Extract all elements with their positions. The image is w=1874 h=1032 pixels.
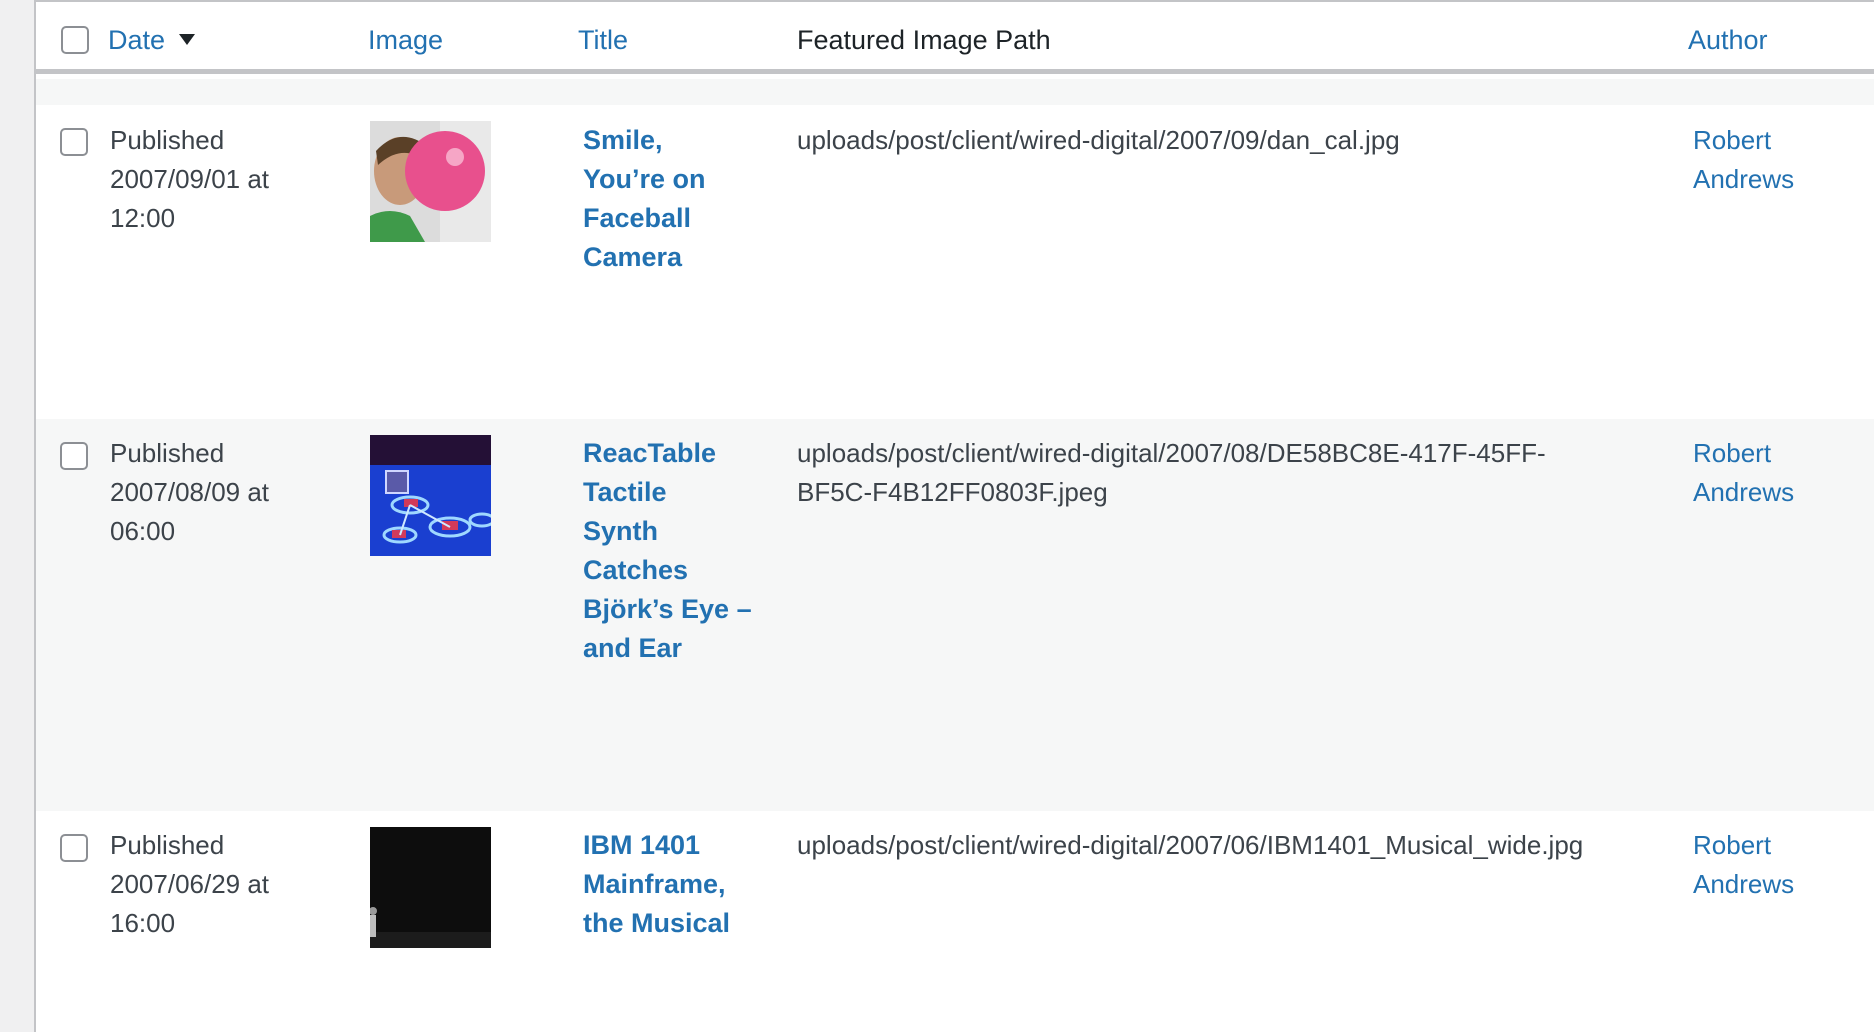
post-title-line[interactable]: Synth — [583, 512, 768, 551]
row-checkbox[interactable] — [60, 834, 88, 862]
post-title-line[interactable]: Faceball — [583, 199, 768, 238]
post-title-line[interactable]: Tactile — [583, 473, 768, 512]
post-date: 2007/06/29 at — [110, 869, 270, 899]
author-last-name[interactable]: Andrews — [1693, 473, 1833, 512]
post-title-line[interactable]: and Ear — [583, 629, 768, 668]
table-row: Published 2007/09/01 at 12:00 Smile, You… — [36, 105, 1874, 419]
post-time: 12:00 — [110, 203, 176, 233]
featured-image-thumbnail[interactable] — [370, 121, 491, 242]
author-link[interactable]: Robert Andrews — [1693, 826, 1833, 904]
post-title-line[interactable]: ReacTable — [583, 434, 768, 473]
author-first-name[interactable]: Robert — [1693, 121, 1833, 160]
post-status: Published — [110, 125, 225, 155]
post-time: 16:00 — [110, 908, 176, 938]
post-title-line[interactable]: IBM 1401 — [583, 826, 768, 865]
featured-image-thumbnail[interactable] — [370, 435, 491, 556]
column-header-date-label[interactable]: Date — [108, 25, 165, 55]
column-header-featured-image-path: Featured Image Path — [797, 25, 1051, 55]
post-title-link[interactable]: Smile, You’re on Faceball Camera — [583, 121, 768, 277]
table-row: Published 2007/08/09 at 06:00 ReacTable — [36, 419, 1874, 811]
post-status: Published — [110, 830, 225, 860]
row-checkbox[interactable] — [60, 442, 88, 470]
post-title-link[interactable]: IBM 1401 Mainframe, the Musical — [583, 826, 768, 943]
posts-table: Date Image Title Featured Image Path Aut… — [34, 0, 1874, 1032]
post-date: 2007/09/01 at — [110, 164, 270, 194]
author-last-name[interactable]: Andrews — [1693, 865, 1833, 904]
featured-image-path-line: BF5C-F4B12FF0803F.jpeg — [797, 477, 1108, 507]
post-title-line[interactable]: Catches — [583, 551, 768, 590]
select-all-checkbox[interactable] — [61, 26, 89, 54]
post-title-link[interactable]: ReacTable Tactile Synth Catches Björk’s … — [583, 434, 768, 668]
author-first-name[interactable]: Robert — [1693, 826, 1833, 865]
date-cell: Published 2007/06/29 at 16:00 — [110, 826, 300, 943]
post-title-line[interactable]: Smile, — [583, 121, 768, 160]
date-cell: Published 2007/08/09 at 06:00 — [110, 434, 300, 551]
column-header-author[interactable]: Author — [1688, 22, 1768, 58]
post-title-line[interactable]: Camera — [583, 238, 768, 277]
column-header-date[interactable]: Date — [108, 22, 196, 58]
post-title-line[interactable]: Mainframe, — [583, 865, 768, 904]
table-row: Published 2007/06/29 at 16:00 IBM 1401 M… — [36, 811, 1874, 1032]
post-title-line[interactable]: the Musical — [583, 904, 768, 943]
post-date: 2007/08/09 at — [110, 477, 270, 507]
row-checkbox[interactable] — [60, 128, 88, 156]
column-header-title[interactable]: Title — [578, 22, 628, 58]
featured-image-path: uploads/post/client/wired-digital/2007/0… — [797, 830, 1584, 860]
author-link[interactable]: Robert Andrews — [1693, 121, 1833, 199]
post-title-line[interactable]: You’re on — [583, 160, 768, 199]
post-title-line[interactable]: Björk’s Eye – — [583, 590, 768, 629]
table-header: Date Image Title Featured Image Path Aut… — [36, 0, 1874, 74]
author-first-name[interactable]: Robert — [1693, 434, 1833, 473]
column-header-image[interactable]: Image — [368, 22, 443, 58]
featured-image-thumbnail[interactable] — [370, 827, 491, 948]
admin-gutter — [0, 0, 34, 1032]
featured-image-path: uploads/post/client/wired-digital/2007/0… — [797, 434, 1647, 512]
featured-image-path-line: uploads/post/client/wired-digital/2007/0… — [797, 438, 1546, 468]
post-time: 06:00 — [110, 516, 176, 546]
sort-down-icon[interactable] — [179, 34, 196, 46]
post-status: Published — [110, 438, 225, 468]
author-last-name[interactable]: Andrews — [1693, 160, 1833, 199]
author-link[interactable]: Robert Andrews — [1693, 434, 1833, 512]
header-spacer — [36, 79, 1874, 105]
date-cell: Published 2007/09/01 at 12:00 — [110, 121, 300, 238]
featured-image-path: uploads/post/client/wired-digital/2007/0… — [797, 125, 1400, 155]
